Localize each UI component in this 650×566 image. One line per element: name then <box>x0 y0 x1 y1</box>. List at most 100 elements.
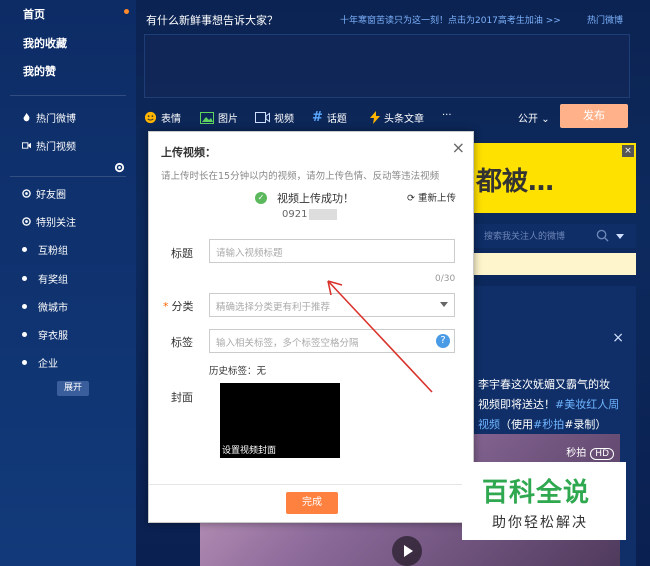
cover-preview[interactable]: 设置视频封面 <box>220 383 340 458</box>
tool-label: 话题 <box>326 114 347 125</box>
set-cover-link[interactable]: 设置视频封面 <box>220 444 340 458</box>
feed-text-line: 视频即将送达！#美妆红人周 <box>478 396 619 412</box>
sidebar-item-group[interactable]: 企业 <box>22 355 58 370</box>
gear-icon[interactable] <box>114 162 125 173</box>
tool-label: 视频 <box>274 114 294 125</box>
lightning-icon <box>370 111 380 124</box>
close-icon[interactable]: × <box>612 330 624 346</box>
tool-label: 头条文章 <box>384 114 424 125</box>
sidebar-item-label: 好友圈 <box>36 190 66 201</box>
upload-video-dialog: 上传视频： × 请上传时长在15分钟以内的视频，请勿上传色情、反动等违法视频 ✓… <box>148 131 474 523</box>
watermark-logo: 百科全说 助你轻松解决 <box>462 462 626 540</box>
image-icon <box>200 111 214 124</box>
circle-icon <box>22 189 31 198</box>
sidebar-item-label: 特别关注 <box>36 218 76 229</box>
upload-success-text: 视频上传成功！ <box>277 192 354 205</box>
video-icon <box>22 141 31 150</box>
sidebar-item-special-follow[interactable]: 特别关注 <box>22 214 76 229</box>
miaopai-logo-text: 秒拍 <box>566 448 587 459</box>
emoji-tool[interactable]: 表情 <box>144 110 181 125</box>
bullet-icon <box>22 360 27 365</box>
dialog-title: 上传视频： <box>161 146 216 159</box>
bullet-icon <box>22 304 27 309</box>
sidebar-item-favorites[interactable]: 我的收藏 <box>23 35 67 51</box>
sidebar-item-hot-weibo[interactable]: 热门微博 <box>22 110 76 125</box>
visibility-dropdown[interactable]: 公开 ⌄ <box>518 110 550 125</box>
chevron-down-icon: ⌄ <box>541 114 550 125</box>
feed-text: #录制） <box>564 418 607 431</box>
tags-label: 标签 <box>171 336 193 349</box>
feed-text: 李宇春这次妩媚又霸气的妆 <box>478 378 610 391</box>
title-input[interactable]: 请输入视频标题 <box>209 239 455 263</box>
sidebar-item-label: 有奖组 <box>38 275 68 286</box>
sidebar-item-hot-video[interactable]: 热门视频 <box>22 138 76 153</box>
publish-button[interactable]: 发布 <box>560 104 628 128</box>
more-tool[interactable]: ··· <box>442 110 452 121</box>
sidebar-item-friends-circle[interactable]: 好友圈 <box>22 186 66 201</box>
sidebar-item-label: 热门微博 <box>36 114 76 125</box>
video-camera-icon <box>255 112 270 123</box>
sidebar-item-group[interactable]: 穿衣服 <box>22 327 68 342</box>
watermark-title: 百科全说 <box>482 478 591 508</box>
feed-text-line: 视频（使用#秒拍#录制） <box>478 416 606 432</box>
sidebar-item-likes[interactable]: 我的赞 <box>23 63 56 79</box>
expand-button[interactable]: 展开 <box>57 381 89 396</box>
topic-tool[interactable]: # 话题 <box>312 110 347 125</box>
dialog-close-button[interactable]: × <box>452 138 465 157</box>
file-name: 0921 <box>282 209 308 220</box>
star-circle-icon <box>22 217 31 226</box>
bullet-icon <box>22 276 27 281</box>
search-icon[interactable] <box>596 229 609 242</box>
publisher-prompt: 有什么新鲜事想告诉大家？ <box>146 14 278 27</box>
reupload-button[interactable]: ⟳ 重新上传 <box>407 190 456 204</box>
category-label-text: 分类 <box>171 300 194 313</box>
category-select[interactable]: 精确选择分类更有利于推荐 <box>209 293 455 317</box>
tags-input[interactable]: 输入相关标签，多个标签空格分隔 ? <box>209 329 455 353</box>
banner-close-button[interactable]: × <box>622 145 634 157</box>
sidebar-item-group[interactable]: 微城市 <box>22 299 68 314</box>
cover-label: 封面 <box>171 391 193 404</box>
chevron-down-icon[interactable] <box>616 234 624 239</box>
ad-banner[interactable]: 都被… × <box>470 143 636 213</box>
sidebar-item-label: 互粉组 <box>38 246 68 257</box>
title-char-count: 0/30 <box>435 274 456 284</box>
title-label: 标题 <box>171 247 193 260</box>
image-tool[interactable]: 图片 <box>200 110 238 125</box>
sidebar-item-group[interactable]: 有奖组 <box>22 271 68 286</box>
reupload-label: 重新上传 <box>418 193 457 204</box>
sidebar-item-label: 微城市 <box>38 303 68 314</box>
hd-badge: HD <box>590 448 614 460</box>
dialog-divider <box>149 484 473 485</box>
sidebar-item-group[interactable]: 互粉组 <box>22 242 68 257</box>
publisher: 有什么新鲜事想告诉大家？ 十年寒窗苦读只为这一刻！点击为2017高考生加油 >>… <box>140 0 635 132</box>
tool-label: 表情 <box>161 114 181 125</box>
help-icon[interactable]: ? <box>436 334 450 348</box>
headline-article-tool[interactable]: 头条文章 <box>370 110 424 125</box>
done-button[interactable]: 完成 <box>286 492 338 514</box>
post-textarea[interactable] <box>144 34 630 98</box>
video-tool[interactable]: 视频 <box>255 110 294 125</box>
search-input[interactable]: 搜索我关注人的微博 <box>484 229 594 243</box>
notice-bar <box>470 253 636 275</box>
video-link[interactable]: 视频 <box>478 418 500 431</box>
follow-search-bar: 搜索我关注人的微博 <box>470 224 636 248</box>
tags-placeholder: 输入相关标签，多个标签空格分隔 <box>216 338 359 349</box>
watermark-subtitle: 助你轻松解决 <box>492 515 588 531</box>
fire-icon <box>22 113 31 122</box>
hashtag-link[interactable]: #秒拍 <box>533 418 564 431</box>
sidebar-item-home[interactable]: 首页 <box>23 6 45 22</box>
hot-weibo-link[interactable]: 热门微博 <box>587 13 623 26</box>
play-icon[interactable] <box>392 536 422 566</box>
home-notification-dot <box>124 9 129 14</box>
hash-icon: # <box>312 110 323 125</box>
sidebar-item-label: 热门视频 <box>36 142 76 153</box>
feed-text: 视频即将送达！ <box>478 398 555 411</box>
hashtag-link[interactable]: #美妆红人周 <box>555 398 619 411</box>
sidebar-item-label: 企业 <box>38 359 58 370</box>
promo-link[interactable]: 十年寒窗苦读只为这一刻！点击为2017高考生加油 >> <box>340 13 561 26</box>
category-label: * 分类 <box>163 298 194 314</box>
required-mark: * <box>163 300 169 313</box>
check-circle-icon: ✓ <box>255 192 267 204</box>
upload-note: 请上传时长在15分钟以内的视频，请勿上传色情、反动等违法视频 <box>161 171 440 182</box>
refresh-icon: ⟳ <box>407 193 415 204</box>
